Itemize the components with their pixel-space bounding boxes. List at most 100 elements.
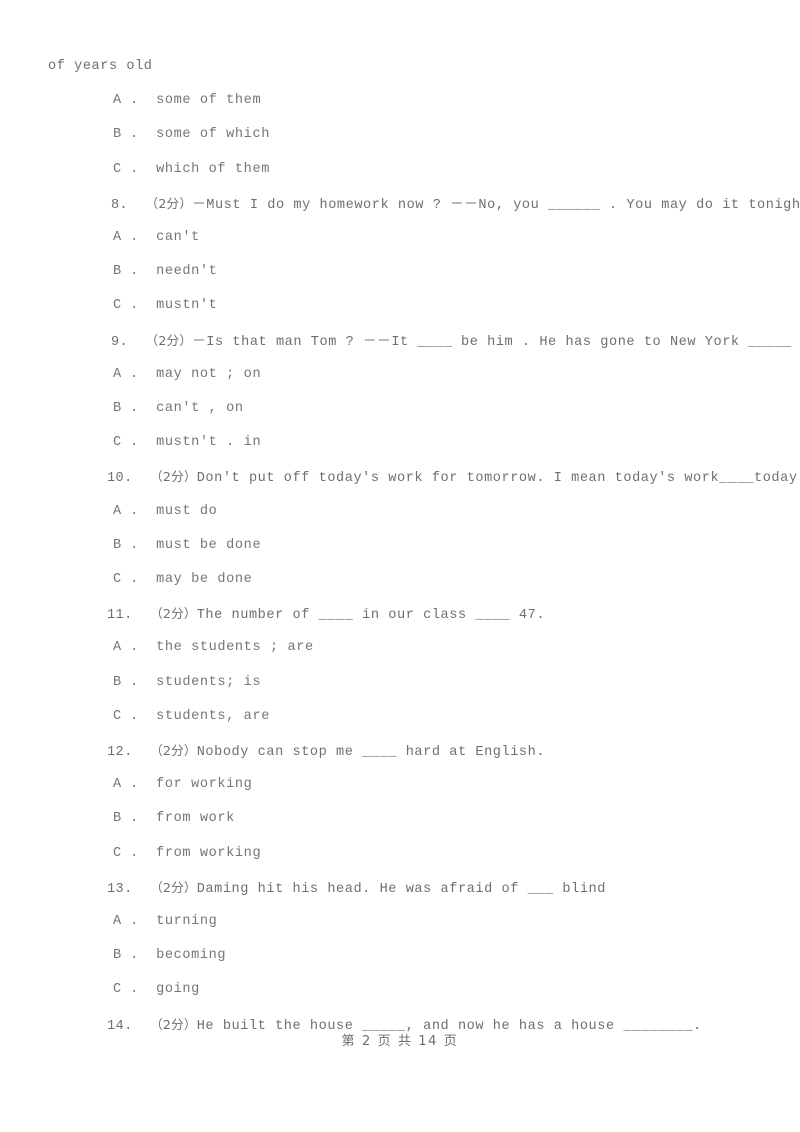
question-score: （2分） xyxy=(150,469,197,485)
option-text: some of them xyxy=(156,93,262,109)
question-row: 9. （2分）－Is that man Tom ? －－It ____ be h… xyxy=(0,324,800,358)
option-row[interactable]: C . mustn't . in xyxy=(0,426,800,460)
option-text: can't xyxy=(156,230,200,245)
option-text: turning xyxy=(156,914,218,929)
option-letter: C xyxy=(113,298,122,314)
question-row: 13. （2分）Daming hit his head. He was afra… xyxy=(0,871,800,905)
question-row: 12. （2分）Nobody can stop me ____ hard at … xyxy=(0,734,800,768)
option-letter: C xyxy=(113,161,122,177)
option-text: mustn't xyxy=(156,298,218,314)
question-row: 11. （2分）The number of ____ in our class … xyxy=(0,597,800,631)
option-text: the students ; are xyxy=(156,640,314,656)
option-letter: B xyxy=(113,811,122,827)
option-row[interactable]: C . students, are xyxy=(0,700,800,734)
option-row[interactable]: C . may be done xyxy=(0,563,800,597)
option-letter: B xyxy=(113,264,122,280)
option-separator: . xyxy=(121,777,139,793)
option-letter: C xyxy=(113,845,122,861)
question-number: 11. xyxy=(107,608,133,624)
option-row[interactable]: A . can't xyxy=(0,221,800,255)
option-separator: . xyxy=(121,503,139,519)
question-row: 10. （2分）Don't put off today's work for t… xyxy=(0,460,800,494)
option-row[interactable]: A . some of them xyxy=(0,84,800,118)
question-number: 10. xyxy=(107,471,133,487)
option-text: must do xyxy=(156,503,218,519)
option-separator: . xyxy=(121,127,139,143)
question-row: 8. （2分）－Must I do my homework now ? －－No… xyxy=(0,187,800,221)
option-letter: B xyxy=(113,948,122,964)
option-separator: . xyxy=(121,264,139,280)
option-row[interactable]: A . may not ; on xyxy=(0,358,800,392)
option-text: for working xyxy=(156,777,253,793)
question-number: 12. xyxy=(107,745,133,760)
option-separator: . xyxy=(121,948,139,964)
option-letter: B xyxy=(113,537,122,553)
option-text: some of which xyxy=(156,127,270,143)
option-separator: . xyxy=(121,93,139,109)
option-row[interactable]: C . which of them xyxy=(0,153,800,187)
option-separator: . xyxy=(121,435,139,451)
option-row[interactable]: A . must do xyxy=(0,495,800,529)
option-row[interactable]: C . from working xyxy=(0,837,800,871)
option-separator: . xyxy=(121,230,139,245)
option-text: from work xyxy=(156,811,235,827)
option-letter: A xyxy=(113,777,122,793)
question-score: （2分） xyxy=(150,1016,197,1032)
option-letter: A xyxy=(113,93,122,109)
option-row[interactable]: A . for working xyxy=(0,768,800,802)
option-row[interactable]: A . turning xyxy=(0,905,800,939)
question-text: Don't put off today's work for tomorrow.… xyxy=(196,471,800,487)
option-letter: C xyxy=(113,435,122,451)
question-text: Nobody can stop me ____ hard at English. xyxy=(196,745,546,760)
question-score: （2分） xyxy=(145,195,193,211)
page-footer: 第 2 页 共 14 页 xyxy=(341,1034,459,1049)
option-separator: . xyxy=(121,366,139,382)
option-separator: . xyxy=(121,708,139,724)
option-separator: . xyxy=(121,811,139,827)
option-row[interactable]: B . from work xyxy=(0,802,800,836)
option-letter: A xyxy=(113,366,122,382)
option-row[interactable]: B . becoming xyxy=(0,939,800,973)
option-separator: . xyxy=(121,982,139,998)
option-separator: . xyxy=(121,640,139,656)
question-number: 13. xyxy=(107,881,133,897)
question-text: The number of ____ in our class ____ 47. xyxy=(196,608,546,624)
continued-stem: of years old xyxy=(48,59,153,74)
option-row[interactable]: A . the students ; are xyxy=(0,631,800,665)
question-number: 8. xyxy=(111,197,129,213)
option-letter: B xyxy=(113,127,122,143)
option-letter: C xyxy=(113,572,122,587)
option-row[interactable]: C . mustn't xyxy=(0,289,800,323)
option-separator: . xyxy=(121,674,139,690)
option-text: may not ; on xyxy=(156,366,262,382)
option-letter: A xyxy=(113,914,122,929)
option-row[interactable]: B . needn't xyxy=(0,255,800,289)
option-separator: . xyxy=(121,914,139,929)
option-row[interactable]: B . must be done xyxy=(0,529,800,563)
option-letter: B xyxy=(113,674,122,690)
question-score: （2分） xyxy=(150,743,197,758)
question-text: －Must I do my homework now ? －－No, you _… xyxy=(192,197,800,213)
option-text: from working xyxy=(156,845,262,861)
option-text: going xyxy=(156,982,200,998)
option-separator: . xyxy=(121,401,139,416)
option-row[interactable]: C . going xyxy=(0,973,800,1007)
option-letter: A xyxy=(113,503,122,519)
option-separator: . xyxy=(121,845,139,861)
option-text: students, are xyxy=(156,708,270,724)
document-page: of years old A . some of them B . some of … xyxy=(0,0,800,1132)
option-separator: . xyxy=(121,298,139,314)
option-row[interactable]: B . some of which xyxy=(0,118,800,152)
question-number: 9. xyxy=(111,334,129,350)
option-text: mustn't . in xyxy=(156,435,262,451)
option-letter: A xyxy=(113,640,122,656)
option-separator: . xyxy=(121,161,139,177)
option-letter: C xyxy=(113,708,122,724)
option-text: which of them xyxy=(156,161,270,177)
option-row[interactable]: B . can't , on xyxy=(0,392,800,426)
option-separator: . xyxy=(121,537,139,553)
option-text: needn't xyxy=(156,264,218,280)
option-row[interactable]: B . students; is xyxy=(0,666,800,700)
question-text: Daming hit his head. He was afraid of __… xyxy=(196,881,606,897)
option-text: students; is xyxy=(156,674,262,690)
